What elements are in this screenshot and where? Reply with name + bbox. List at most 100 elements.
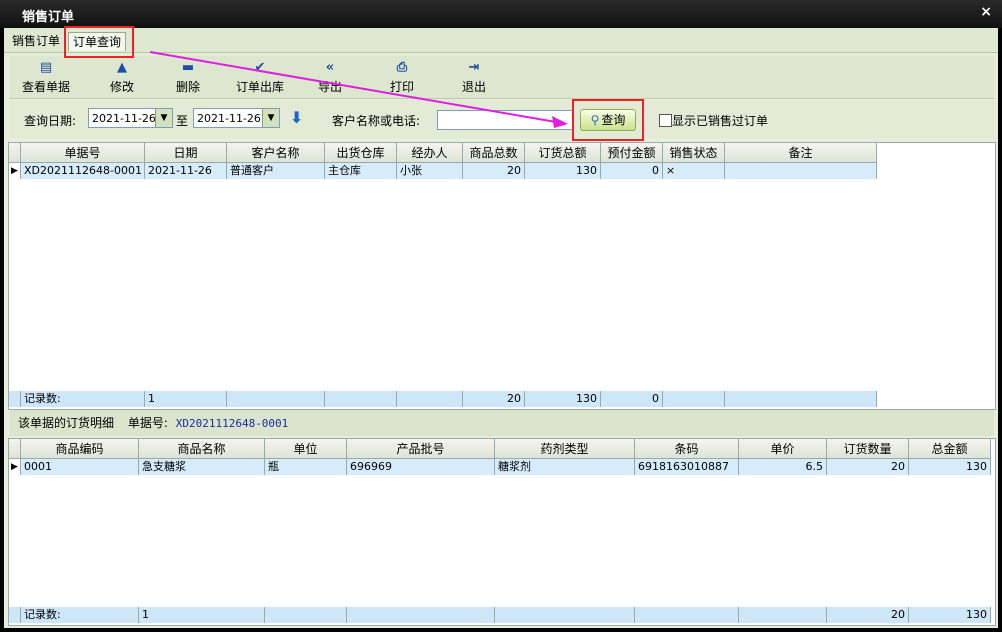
column-header[interactable]: 客户名称	[227, 143, 325, 163]
view-icon: ▤	[39, 60, 53, 75]
footer-cell: 记录数:	[21, 607, 139, 623]
table-cell[interactable]: 0	[601, 163, 663, 179]
footer-cell	[725, 391, 877, 407]
footer-cell	[325, 391, 397, 407]
tab-bar: 销售订单 订单查询	[4, 28, 998, 53]
footer-cell	[495, 607, 635, 623]
table-cell[interactable]: XD2021112648-0001	[21, 163, 145, 179]
export-button[interactable]: « 导出	[298, 58, 362, 96]
footer-cell: 记录数:	[21, 391, 145, 407]
footer-cell	[397, 391, 463, 407]
column-header[interactable]: 备注	[725, 143, 877, 163]
customer-input[interactable]	[437, 110, 573, 130]
tab-highlight-box	[64, 26, 134, 58]
column-header[interactable]: 经办人	[397, 143, 463, 163]
arrow-down-icon[interactable]: ⬇	[290, 108, 303, 127]
column-header[interactable]: 条码	[635, 439, 739, 459]
table-cell[interactable]	[725, 163, 877, 179]
up-triangle-icon: ▲	[117, 60, 127, 75]
show-sold-label: 显示已销售过订单	[672, 114, 769, 128]
footer-corner	[9, 391, 21, 407]
table-cell[interactable]: 2021-11-26	[145, 163, 227, 179]
column-header[interactable]: 药剂类型	[495, 439, 635, 459]
query-bar: 查询日期: 2021-11-26 ▼ 至 2021-11-26 ▼ ⬇ 客户名称…	[10, 99, 994, 141]
column-header[interactable]: 产品批号	[347, 439, 495, 459]
column-header[interactable]: 订货总额	[525, 143, 601, 163]
search-highlight-box: ⚲ 查询	[572, 99, 644, 141]
column-header[interactable]: 商品名称	[139, 439, 265, 459]
search-button[interactable]: ⚲ 查询	[580, 109, 636, 131]
delete-label: 删除	[175, 80, 200, 94]
print-label: 打印	[389, 80, 414, 94]
chevron-down-icon[interactable]: ▼	[262, 109, 279, 127]
footer-cell	[663, 391, 725, 407]
view-document-button[interactable]: ▤ 查看单据	[14, 58, 78, 96]
search-icon: ⚲	[590, 113, 600, 127]
row-selector-icon[interactable]: ▶	[9, 459, 21, 475]
check-icon: ✔	[254, 60, 266, 75]
column-header[interactable]: 订货数量	[827, 439, 909, 459]
detail-doc-number: XD2021112648-0001	[175, 417, 289, 430]
table-cell[interactable]: 20	[463, 163, 525, 179]
table-cell[interactable]: ×	[663, 163, 725, 179]
orders-grid: 单据号 日期 客户名称 出货仓库 经办人 商品总数 订货总额 预付金额 销售状态 备注 ▶ XD202…	[8, 142, 996, 410]
footer-cell: 130	[525, 391, 601, 407]
date-to-picker[interactable]: 2021-11-26 ▼	[193, 108, 280, 128]
table-cell[interactable]: 6.5	[739, 459, 827, 475]
details-grid: 商品编码 商品名称 单位 产品批号 药剂类型 条码 单价 订货数量 总金额 ▶ 0001 急支糖浆瓶 6…	[8, 438, 996, 626]
to-label: 至	[176, 114, 189, 128]
delete-button[interactable]: ▬ 删除	[156, 58, 220, 96]
footer-cell: 1	[139, 607, 265, 623]
column-header[interactable]: 销售状态	[663, 143, 725, 163]
date-to-value: 2021-11-26	[197, 112, 261, 125]
column-header[interactable]: 商品编码	[21, 439, 139, 459]
exit-button[interactable]: ⇥ 退出	[442, 58, 506, 96]
row-selector-icon[interactable]: ▶	[9, 163, 21, 179]
column-header[interactable]: 日期	[145, 143, 227, 163]
toolbar: ▤ 查看单据 ▲ 修改 ▬ 删除 ✔ 订单出库 « 导出 ⎙ 打印 ⇥ 退出	[10, 56, 994, 99]
footer-cell	[635, 607, 739, 623]
footer-cell	[739, 607, 827, 623]
date-from-value: 2021-11-26	[92, 112, 156, 125]
table-cell[interactable]: 急支糖浆	[139, 459, 265, 475]
column-header[interactable]: 单位	[265, 439, 347, 459]
order-outbound-label: 订单出库	[235, 80, 284, 94]
title-bar: 销售订单 ×	[0, 0, 1002, 28]
printer-icon: ⎙	[396, 60, 408, 75]
column-header[interactable]: 单价	[739, 439, 827, 459]
grid-corner	[9, 439, 21, 459]
edit-button[interactable]: ▲ 修改	[90, 58, 154, 96]
table-cell[interactable]: 小张	[397, 163, 463, 179]
column-header[interactable]: 预付金额	[601, 143, 663, 163]
chevron-down-icon[interactable]: ▼	[155, 109, 172, 127]
column-header[interactable]: 商品总数	[463, 143, 525, 163]
table-cell[interactable]: 瓶	[265, 459, 347, 475]
date-from-picker[interactable]: 2021-11-26 ▼	[88, 108, 173, 128]
table-cell[interactable]: 主仓库	[325, 163, 397, 179]
edit-label: 修改	[109, 80, 134, 94]
column-header[interactable]: 总金额	[909, 439, 991, 459]
table-cell[interactable]: 130	[525, 163, 601, 179]
show-sold-checkbox[interactable]	[659, 114, 672, 127]
print-button[interactable]: ⎙ 打印	[370, 58, 434, 96]
table-cell[interactable]: 130	[909, 459, 991, 475]
order-outbound-button[interactable]: ✔ 订单出库	[228, 58, 292, 96]
tab-sales-order[interactable]: 销售订单	[8, 32, 64, 50]
main-frame: 销售订单 订单查询 ▤ 查看单据 ▲ 修改 ▬ 删除 ✔ 订单出库 « 导出 ⎙…	[4, 28, 998, 628]
table-cell[interactable]: 0001	[21, 459, 139, 475]
exit-label: 退出	[461, 80, 486, 94]
footer-cell: 1	[145, 391, 227, 407]
table-cell[interactable]: 6918163010887	[635, 459, 739, 475]
table-cell[interactable]: 普通客户	[227, 163, 325, 179]
table-cell[interactable]: 696969	[347, 459, 495, 475]
table-cell[interactable]: 20	[827, 459, 909, 475]
column-header[interactable]: 出货仓库	[325, 143, 397, 163]
detail-header: 该单据的订货明细 单据号: XD2021112648-0001	[10, 410, 994, 436]
column-header[interactable]: 单据号	[21, 143, 145, 163]
footer-cell: 130	[909, 607, 991, 623]
footer-cell	[347, 607, 495, 623]
close-icon[interactable]: ×	[980, 4, 992, 20]
table-cell[interactable]: 糖浆剂	[495, 459, 635, 475]
exit-icon: ⇥	[468, 60, 480, 75]
view-document-label: 查看单据	[21, 80, 70, 94]
